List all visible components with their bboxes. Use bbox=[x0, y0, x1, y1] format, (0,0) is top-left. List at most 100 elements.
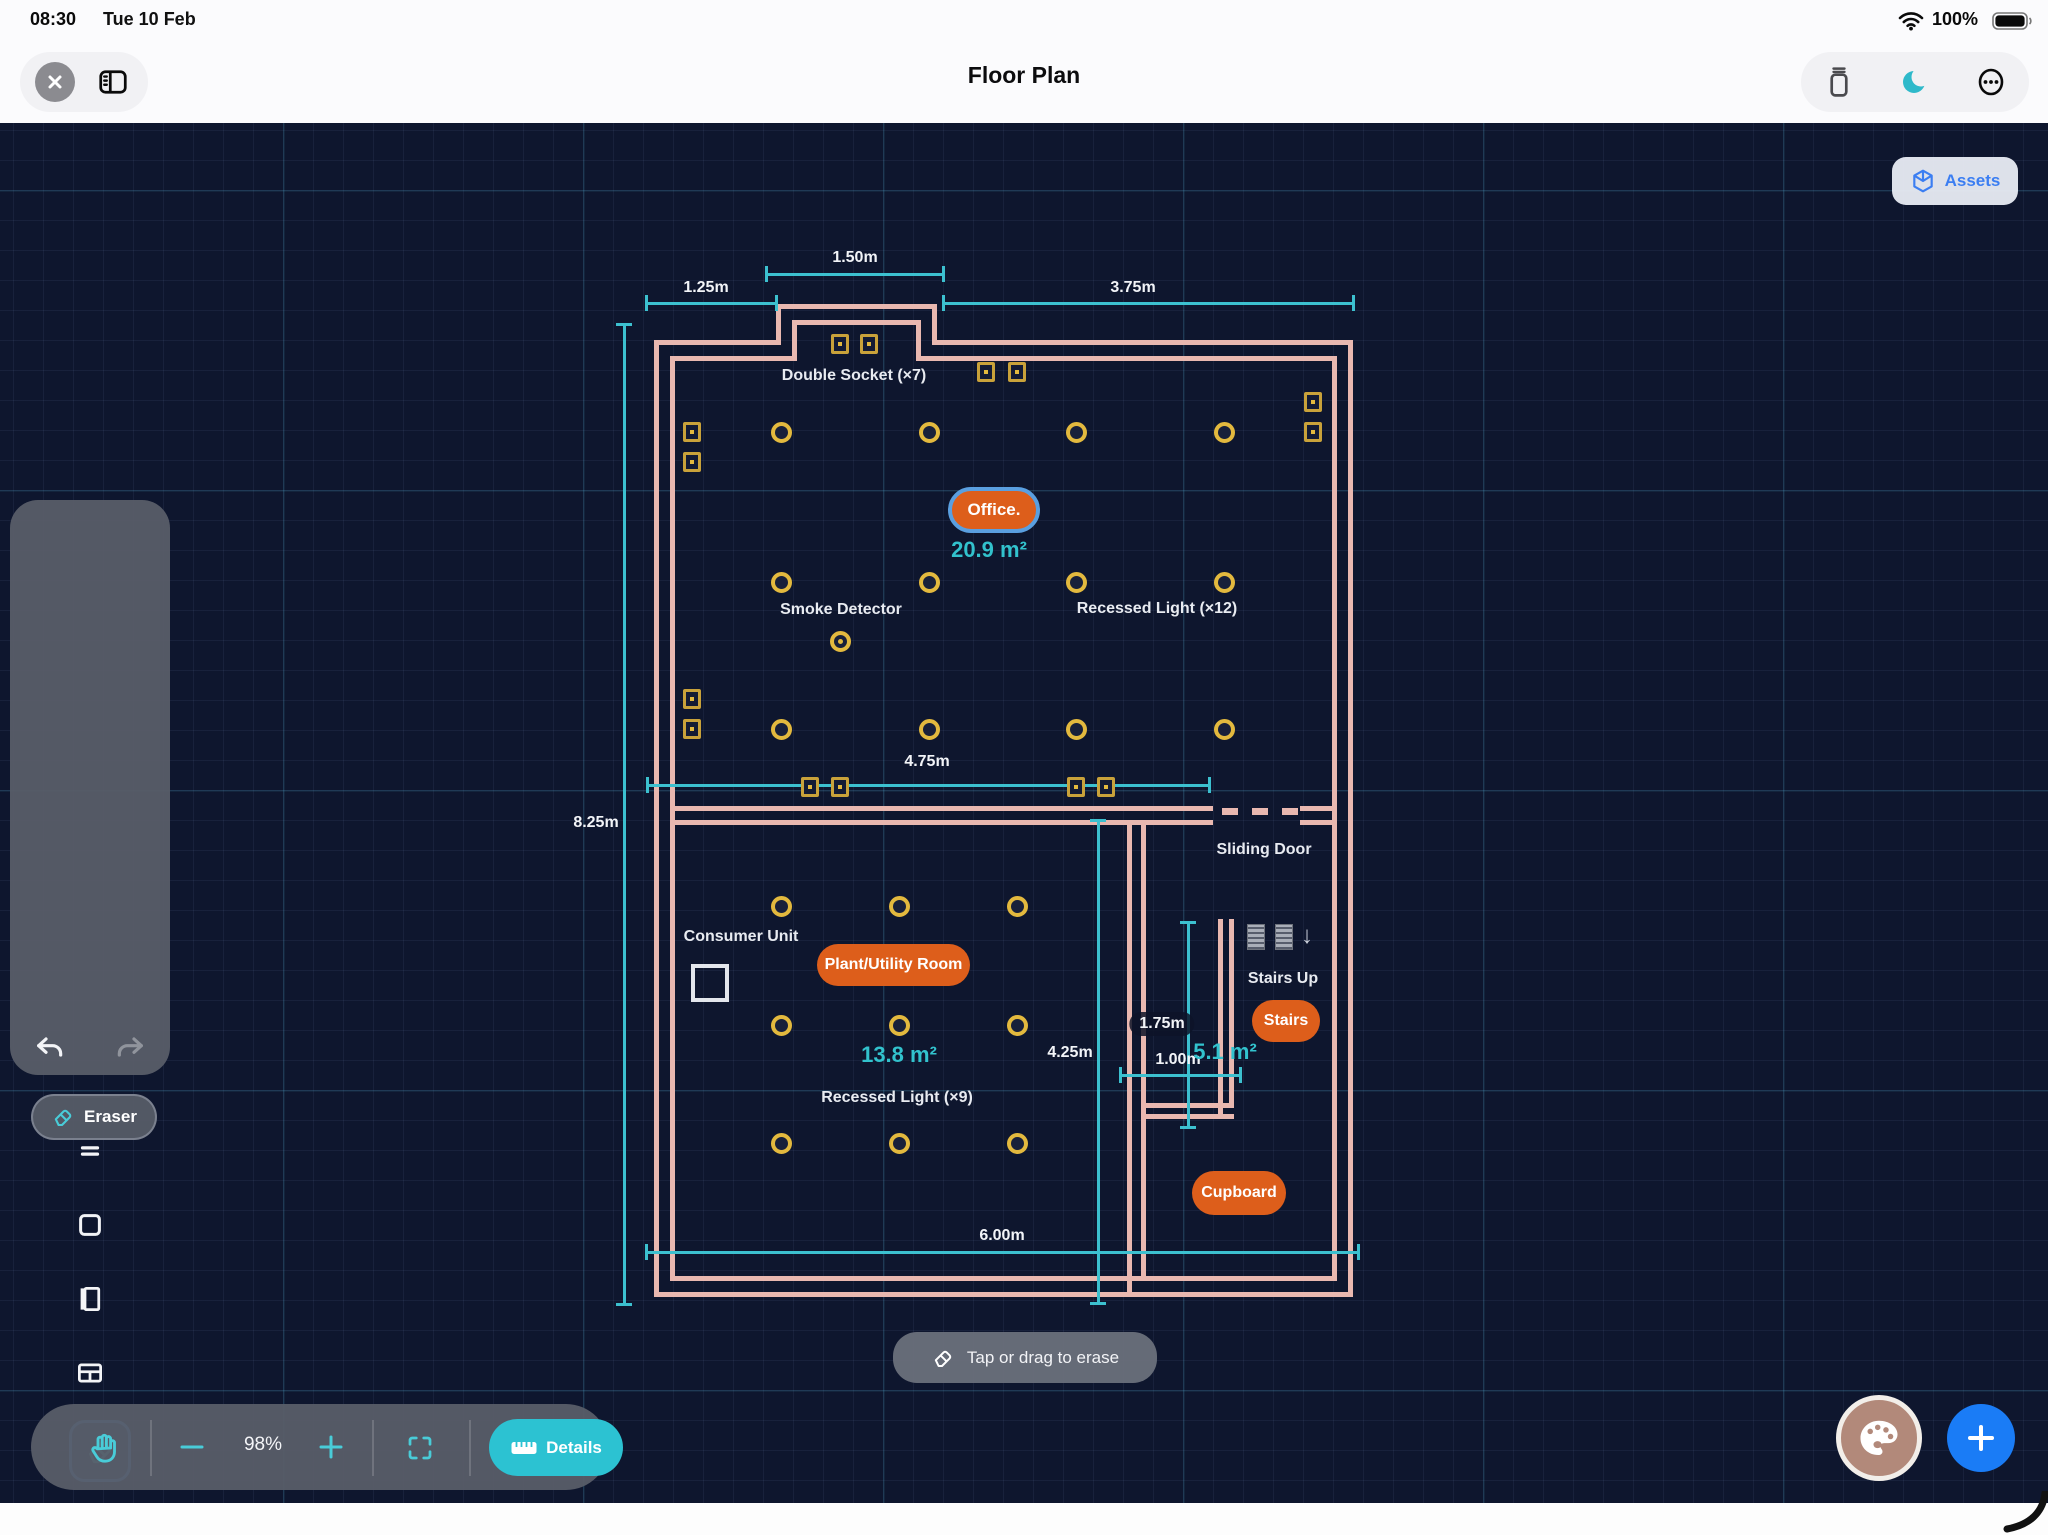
recessed-light-symbol[interactable] bbox=[771, 896, 792, 917]
window-tool-button[interactable] bbox=[10, 1358, 170, 1388]
recessed-light-12-label: Recessed Light (×12) bbox=[1077, 600, 1238, 618]
dim-label-1-25m: 1.25m bbox=[683, 279, 728, 297]
wall-segment bbox=[1252, 808, 1268, 815]
view-controls: 98% Details bbox=[31, 1404, 609, 1490]
plant-utility-room-badge[interactable]: Plant/Utility Room bbox=[817, 944, 970, 986]
wall-segment bbox=[1300, 806, 1337, 811]
double-socket-symbol[interactable] bbox=[860, 334, 878, 354]
recessed-light-symbol[interactable] bbox=[1214, 422, 1235, 443]
door-tool-button[interactable] bbox=[10, 1284, 170, 1314]
recessed-light-symbol[interactable] bbox=[771, 1133, 792, 1154]
dim-label-4-75m: 4.75m bbox=[904, 753, 949, 771]
recessed-light-symbol[interactable] bbox=[1007, 1015, 1028, 1036]
stairs-direction-arrow: ↓ bbox=[1301, 922, 1313, 950]
wall-segment bbox=[1282, 808, 1298, 815]
pan-tool-button[interactable] bbox=[86, 1430, 122, 1466]
recessed-light-symbol[interactable] bbox=[1007, 896, 1028, 917]
style-palette-button[interactable] bbox=[1836, 1395, 1922, 1481]
double-socket-label: Double Socket (×7) bbox=[782, 367, 926, 385]
stair-tread-symbol[interactable] bbox=[1275, 924, 1293, 950]
add-button[interactable] bbox=[1947, 1404, 2015, 1472]
consumer-unit-symbol[interactable] bbox=[691, 964, 729, 1002]
dimension-tick bbox=[1352, 295, 1355, 311]
stairs-up-label: Stairs Up bbox=[1248, 970, 1318, 988]
recessed-light-symbol[interactable] bbox=[1066, 572, 1087, 593]
fit-view-button[interactable] bbox=[405, 1433, 435, 1463]
battery-percent: 100% bbox=[1932, 9, 1978, 30]
palette-icon bbox=[1857, 1416, 1901, 1460]
wall-segment bbox=[670, 356, 675, 1281]
double-socket-symbol[interactable] bbox=[683, 719, 701, 739]
undo-button[interactable] bbox=[10, 1033, 90, 1065]
dimension-tick bbox=[1208, 777, 1211, 793]
double-socket-symbol[interactable] bbox=[683, 452, 701, 472]
zoom-out-button[interactable] bbox=[177, 1434, 207, 1460]
wall-tool-icon bbox=[75, 1136, 105, 1166]
recessed-light-symbol[interactable] bbox=[1066, 422, 1087, 443]
recessed-light-symbol[interactable] bbox=[919, 422, 940, 443]
ruler-icon bbox=[510, 1438, 538, 1458]
double-socket-symbol[interactable] bbox=[977, 362, 995, 382]
room-tool-button[interactable] bbox=[10, 1210, 170, 1240]
canister-icon bbox=[1824, 65, 1854, 99]
stairs-badge[interactable]: Stairs bbox=[1252, 1000, 1320, 1042]
cupboard-badge[interactable]: Cupboard bbox=[1192, 1171, 1286, 1215]
app-window: { "status_bar": { "time": "08:30", "date… bbox=[0, 0, 2048, 1535]
office-area-label: 20.9 m² bbox=[951, 537, 1027, 563]
plant-room-area-label: 13.8 m² bbox=[861, 1042, 937, 1068]
double-socket-symbol[interactable] bbox=[1067, 777, 1085, 797]
recessed-light-symbol[interactable] bbox=[1066, 719, 1087, 740]
tool-palette bbox=[10, 500, 170, 1075]
active-tool-chip[interactable]: Eraser bbox=[31, 1094, 157, 1140]
undo-icon bbox=[33, 1033, 67, 1065]
recessed-light-symbol[interactable] bbox=[1214, 572, 1235, 593]
recessed-light-symbol[interactable] bbox=[919, 572, 940, 593]
dimension-tick bbox=[616, 1303, 632, 1306]
wall-segment bbox=[654, 1292, 1353, 1297]
double-socket-symbol[interactable] bbox=[1304, 422, 1322, 442]
dimension-line bbox=[623, 324, 626, 1304]
recessed-light-symbol[interactable] bbox=[889, 1133, 910, 1154]
recessed-light-symbol[interactable] bbox=[771, 1015, 792, 1036]
more-options-button[interactable] bbox=[1966, 53, 2016, 111]
double-socket-symbol[interactable] bbox=[683, 422, 701, 442]
dimension-line bbox=[1097, 820, 1100, 1303]
recessed-light-symbol[interactable] bbox=[889, 1015, 910, 1036]
double-socket-symbol[interactable] bbox=[1008, 362, 1026, 382]
canister-button[interactable] bbox=[1814, 53, 1864, 111]
recessed-light-symbol[interactable] bbox=[919, 719, 940, 740]
ellipsis-circle-icon bbox=[1975, 66, 2007, 98]
recessed-light-symbol[interactable] bbox=[771, 719, 792, 740]
wall-segment bbox=[792, 320, 921, 325]
stair-tread-symbol[interactable] bbox=[1247, 924, 1265, 950]
dimension-tick bbox=[765, 266, 768, 282]
double-socket-symbol[interactable] bbox=[683, 689, 701, 709]
wall-segment bbox=[654, 340, 781, 345]
double-socket-symbol[interactable] bbox=[1304, 392, 1322, 412]
redo-button[interactable] bbox=[90, 1033, 170, 1065]
smoke-detector-symbol[interactable] bbox=[830, 631, 851, 652]
zoom-in-button[interactable] bbox=[316, 1432, 346, 1462]
office-room-badge[interactable]: Office. bbox=[948, 487, 1040, 533]
floorplan-canvas[interactable]: 1.50m 1.25m 3.75m 8.25m 4.75m 4.25m 1.75… bbox=[0, 0, 2048, 1535]
wall-segment bbox=[1127, 820, 1132, 1292]
wall-segment bbox=[1146, 1103, 1234, 1108]
dimension-tick bbox=[1090, 819, 1106, 822]
double-socket-symbol[interactable] bbox=[1097, 777, 1115, 797]
plus-icon bbox=[1964, 1421, 1998, 1455]
wall-segment bbox=[792, 320, 797, 361]
recessed-light-symbol[interactable] bbox=[889, 896, 910, 917]
recessed-light-symbol[interactable] bbox=[771, 572, 792, 593]
wall-tool-button[interactable] bbox=[10, 1136, 170, 1166]
dimension-tick bbox=[1239, 1067, 1242, 1083]
recessed-light-symbol[interactable] bbox=[771, 422, 792, 443]
double-socket-symbol[interactable] bbox=[801, 777, 819, 797]
window-tool-icon bbox=[74, 1358, 106, 1388]
recessed-light-symbol[interactable] bbox=[1214, 719, 1235, 740]
double-socket-symbol[interactable] bbox=[831, 777, 849, 797]
dark-mode-button[interactable] bbox=[1890, 53, 1940, 111]
details-button[interactable]: Details bbox=[489, 1419, 623, 1476]
double-socket-symbol[interactable] bbox=[831, 334, 849, 354]
assets-button[interactable]: Assets bbox=[1892, 157, 2018, 205]
recessed-light-symbol[interactable] bbox=[1007, 1133, 1028, 1154]
